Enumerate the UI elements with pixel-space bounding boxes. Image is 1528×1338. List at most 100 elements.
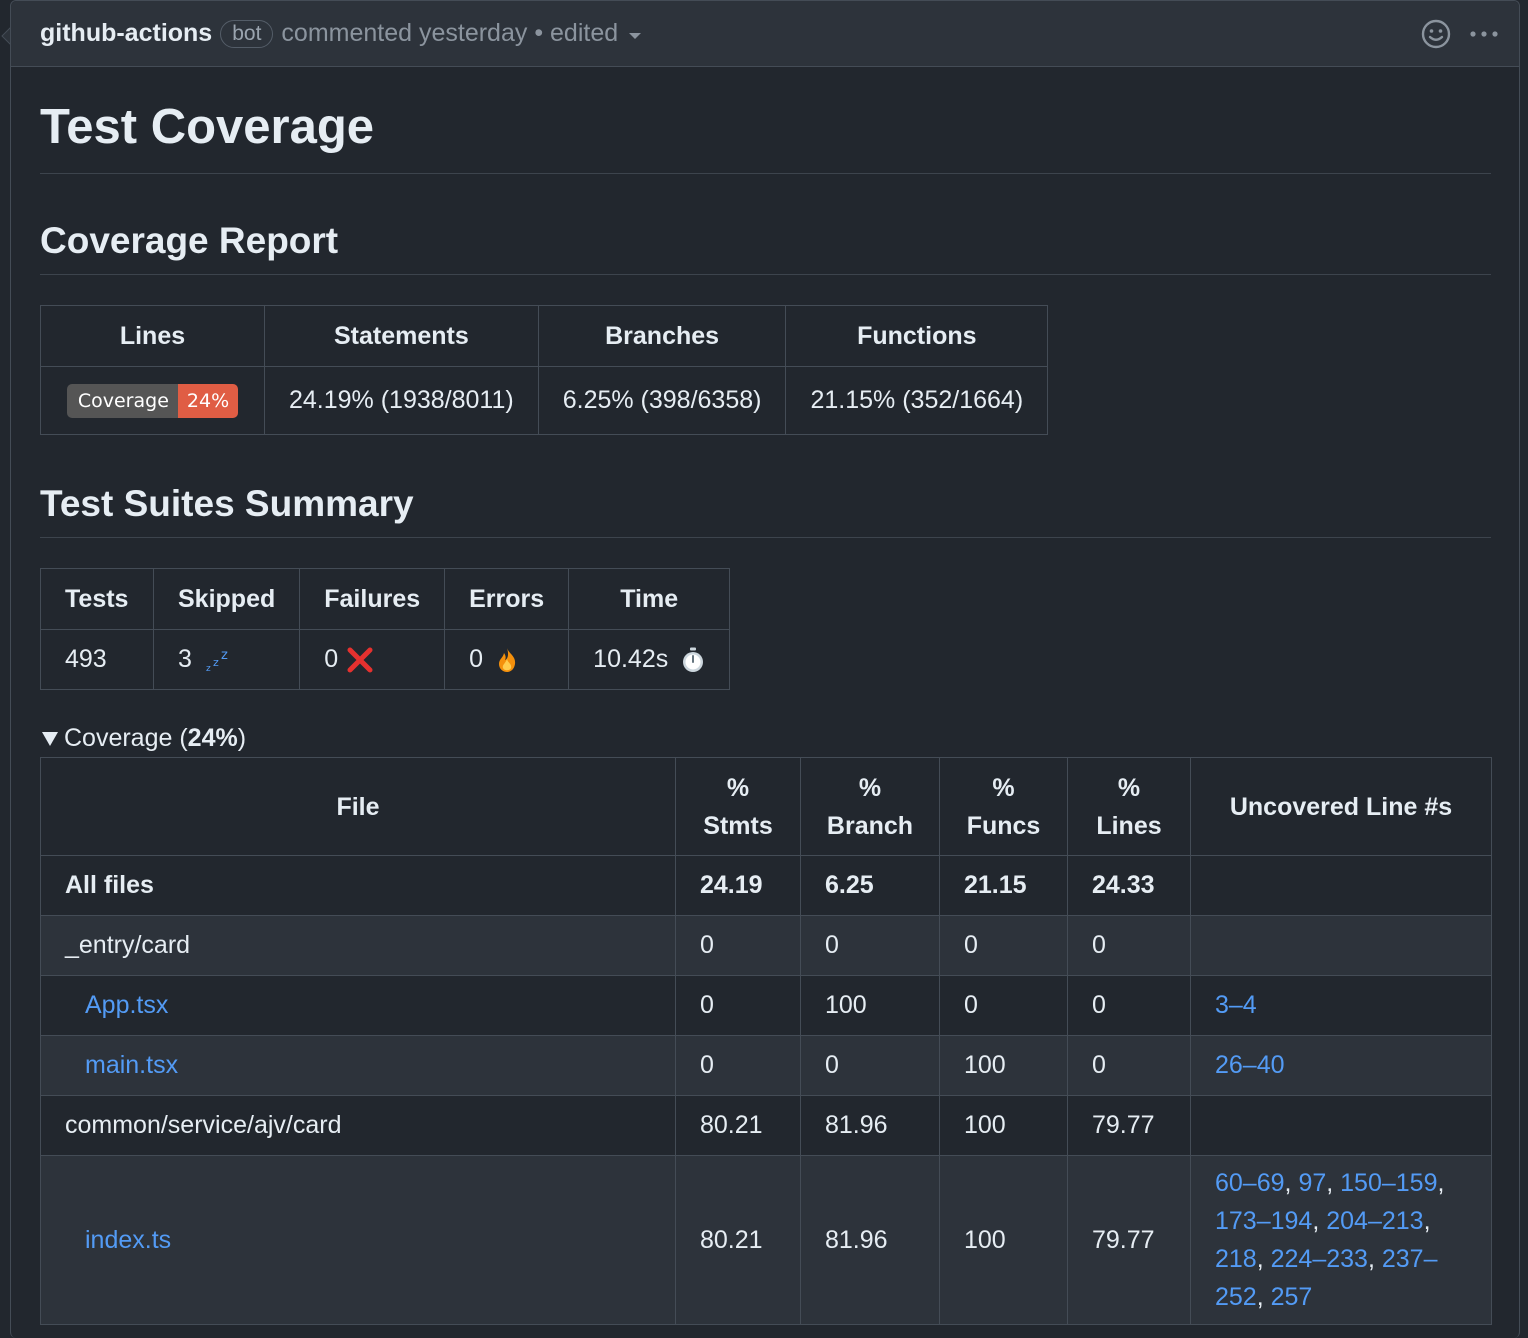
fire-icon: [498, 648, 516, 673]
tests-value: 493: [40, 629, 154, 690]
table-row: common/service/ajv/card 80.21 81.96 100 …: [40, 1095, 1492, 1156]
smiley-icon[interactable]: [1421, 19, 1451, 49]
coverage-report-table: Lines Statements Branches Functions Cove…: [40, 305, 1049, 435]
test-suites-heading: Test Suites Summary: [40, 435, 1491, 538]
table-row: All files 24.19 6.25 21.15 24.33: [40, 855, 1492, 916]
table-row: App.tsx 0 100 0 0 3–4: [40, 975, 1492, 1036]
col-file: File: [40, 757, 676, 856]
stmts-value: 80.21: [675, 1155, 801, 1325]
col-statements: Statements: [264, 305, 539, 367]
failures-value: 0: [324, 645, 339, 673]
comment-header: github-actions bot commented yesterday •…: [11, 1, 1519, 67]
svg-text:z: z: [213, 656, 219, 669]
failures-cell: 0: [299, 629, 446, 690]
lines-value: 0: [1067, 1035, 1191, 1096]
details-summary-value: 24%: [187, 724, 238, 752]
test-suites-table: Tests Skipped Failures Errors Time 493 3…: [40, 568, 731, 690]
line-link[interactable]: 173–194: [1215, 1207, 1312, 1235]
col-skipped: Skipped: [152, 568, 301, 630]
table-row: Coverage 24% 24.19% (1938/8011) 6.25% (3…: [40, 366, 1049, 435]
col-branch: % Branch: [800, 757, 940, 856]
funcs-value: 0: [939, 975, 1068, 1036]
line-link[interactable]: 60–69: [1215, 1169, 1285, 1197]
table-row: main.tsx 0 0 100 0 26–40: [40, 1035, 1492, 1096]
coverage-details-toggle[interactable]: Coverage (24%): [40, 724, 1491, 753]
uncovered-lines: 26–40: [1190, 1035, 1492, 1096]
page-title: Test Coverage: [40, 67, 1491, 174]
line-link[interactable]: 257: [1271, 1283, 1313, 1311]
stmts-value: 0: [675, 1035, 801, 1096]
details-summary-prefix: Coverage (: [64, 724, 188, 752]
lines-value: 0: [1067, 915, 1191, 976]
coverage-badge[interactable]: Coverage 24%: [66, 383, 239, 418]
uncovered-lines: [1190, 1095, 1492, 1156]
line-link[interactable]: 224–233: [1271, 1245, 1368, 1273]
col-funcs: % Funcs: [939, 757, 1068, 856]
cross-mark-icon: [347, 647, 373, 673]
uncovered-lines: 60–69, 97, 150–159, 173–194, 204–213, 218,…: [1190, 1155, 1492, 1325]
funcs-value: 100: [939, 1035, 1068, 1096]
caret-down-icon[interactable]: [628, 31, 642, 41]
time-cell: 10.42s: [568, 629, 731, 690]
bot-badge: bot: [220, 19, 274, 48]
triangle-down-icon: [42, 731, 58, 746]
line-link[interactable]: 150–159: [1340, 1169, 1437, 1197]
coverage-report-heading: Coverage Report: [40, 174, 1491, 275]
file-name: All files: [40, 855, 676, 916]
kebab-menu-icon[interactable]: [1469, 29, 1499, 39]
zzz-icon: z z z: [206, 648, 228, 673]
functions-value: 21.15% (352/1664): [785, 366, 1049, 435]
branch-value: 100: [800, 975, 940, 1036]
line-link[interactable]: 218: [1215, 1245, 1257, 1273]
comment-meta[interactable]: commented yesterday • edited: [281, 19, 618, 48]
lines-value: 79.77: [1067, 1155, 1191, 1325]
badge-label: Coverage: [66, 383, 178, 418]
line-link[interactable]: 204–213: [1326, 1207, 1423, 1235]
branch-value: 0: [800, 1035, 940, 1096]
col-functions: Functions: [785, 305, 1049, 367]
funcs-value: 0: [939, 915, 1068, 976]
lines-value: 24.33: [1067, 855, 1191, 916]
branch-value: 81.96: [800, 1095, 940, 1156]
comment-body: Test Coverage Coverage Report Lines Stat…: [11, 67, 1519, 1325]
uncovered-lines: [1190, 915, 1492, 976]
line-link[interactable]: 97: [1298, 1169, 1326, 1197]
stmts-value: 0: [675, 915, 801, 976]
branches-value: 6.25% (398/6358): [537, 366, 787, 435]
file-cell: main.tsx: [40, 1035, 676, 1096]
line-link[interactable]: 26–40: [1215, 1051, 1285, 1079]
line-link[interactable]: 3–4: [1215, 991, 1257, 1019]
statements-value: 24.19% (1938/8011): [264, 366, 539, 435]
uncovered-lines: [1190, 855, 1492, 916]
lines-value: 0: [1067, 975, 1191, 1036]
details-summary-suffix: ): [237, 724, 247, 752]
col-lines: % Lines: [1067, 757, 1191, 856]
branch-value: 81.96: [800, 1155, 940, 1325]
table-header-row: File % Stmts % Branch % Funcs % Lines Uncove…: [40, 757, 1492, 856]
comment-box: github-actions bot commented yesterday •…: [10, 0, 1520, 1338]
file-link[interactable]: index.ts: [85, 1226, 171, 1254]
errors-cell: 0: [444, 629, 570, 690]
author-name[interactable]: github-actions: [40, 19, 212, 48]
table-header-row: Lines Statements Branches Functions: [40, 305, 1049, 367]
errors-value: 0: [469, 645, 484, 673]
lines-value: 79.77: [1067, 1095, 1191, 1156]
uncovered-lines: 3–4: [1190, 975, 1492, 1036]
badge-value: 24%: [177, 383, 239, 418]
coverage-badge-cell: Coverage 24%: [40, 366, 265, 435]
stmts-value: 80.21: [675, 1095, 801, 1156]
col-uncovered: Uncovered Line #s: [1190, 757, 1492, 856]
coverage-files-table: File % Stmts % Branch % Funcs % Lines Uncove…: [40, 757, 1492, 1325]
branch-value: 0: [800, 915, 940, 976]
time-value: 10.42s: [593, 645, 669, 673]
stopwatch-icon: [683, 647, 704, 673]
file-link[interactable]: App.tsx: [85, 991, 168, 1019]
svg-text:z: z: [221, 648, 228, 663]
file-cell: index.ts: [40, 1155, 676, 1325]
skipped-value: 3: [178, 645, 192, 673]
funcs-value: 100: [939, 1155, 1068, 1325]
file-link[interactable]: main.tsx: [85, 1051, 178, 1079]
col-time: Time: [568, 568, 731, 630]
col-tests: Tests: [40, 568, 154, 630]
file-name: _entry/card: [40, 915, 676, 976]
